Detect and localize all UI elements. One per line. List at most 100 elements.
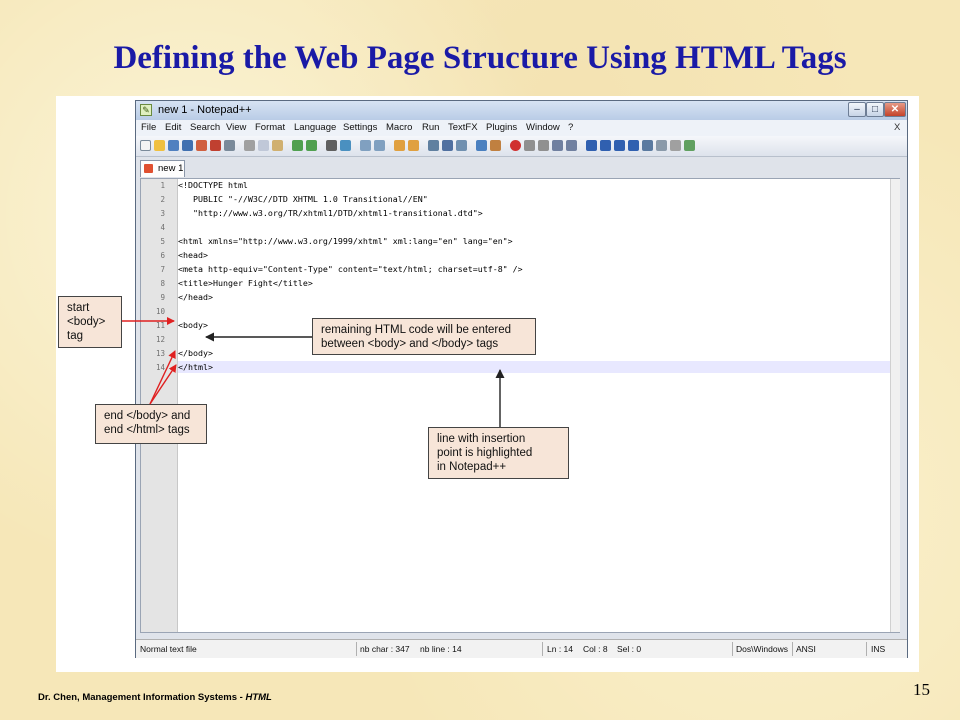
window-titlebar[interactable]: ✎ new 1 - Notepad++ – □ ✕ (136, 101, 907, 120)
callout-line: <body> (67, 316, 106, 328)
line-number: 3 (160, 209, 165, 218)
callout-insertion-point: line with insertion point is highlighted… (428, 427, 569, 479)
line-number: 13 (155, 349, 165, 358)
cut-icon[interactable] (244, 140, 255, 151)
save-icon[interactable] (168, 140, 179, 151)
code-editor[interactable]: 1 2 3 4 5 6 7 8 9 10 11 12 13 14 <!DOCTY… (140, 178, 900, 633)
line-number: 8 (160, 279, 165, 288)
word-wrap-icon[interactable] (428, 140, 439, 151)
vertical-scrollbar[interactable] (890, 179, 900, 632)
textfx-icon-1[interactable] (586, 140, 597, 151)
play-macro-icon[interactable] (538, 140, 549, 151)
code-line[interactable]: <body> (178, 320, 208, 330)
code-line[interactable]: <title>Hunger Fight</title> (178, 278, 313, 288)
slide-title: Defining the Web Page Structure Using HT… (113, 40, 847, 76)
code-line[interactable]: "http://www.w3.org/TR/xhtml1/DTD/xhtml1-… (178, 208, 483, 218)
callout-line: end </html> tags (104, 424, 190, 436)
maximize-button[interactable]: □ (866, 102, 884, 117)
menu-language[interactable]: Language (294, 122, 336, 133)
callout-end-tags: end </body> and end </html> tags (95, 404, 207, 444)
sync-vertical-icon[interactable] (394, 140, 405, 151)
spell-check-icon[interactable] (670, 140, 681, 151)
tab-new-1[interactable]: new 1 (140, 160, 185, 177)
page-number: 15 (913, 680, 930, 699)
code-line[interactable]: <meta http-equiv="Content-Type" content=… (178, 264, 523, 274)
line-number: 11 (155, 321, 165, 330)
code-line[interactable]: PUBLIC "-//W3C//DTD XHTML 1.0 Transition… (178, 194, 428, 204)
menu-bar: File Edit Search View Format Language Se… (136, 120, 907, 136)
callout-line: tag (67, 330, 83, 342)
arrow-down-icon[interactable] (614, 140, 625, 151)
code-line[interactable]: <html xmlns="http://www.w3.org/1999/xhtm… (178, 236, 513, 246)
print-icon[interactable] (224, 140, 235, 151)
menu-settings[interactable]: Settings (343, 122, 377, 133)
line-number: 12 (155, 335, 165, 344)
undo-icon[interactable] (292, 140, 303, 151)
code-line[interactable]: <!DOCTYPE html (178, 180, 248, 190)
find-icon[interactable] (326, 140, 337, 151)
status-divider (866, 642, 867, 656)
stop-macro-icon[interactable] (524, 140, 535, 151)
code-line[interactable]: </html> (178, 362, 213, 372)
window-title: new 1 - Notepad++ (158, 104, 252, 116)
document-icon[interactable] (656, 140, 667, 151)
menu-edit[interactable]: Edit (165, 122, 181, 133)
copy-icon[interactable] (258, 140, 269, 151)
redo-icon[interactable] (306, 140, 317, 151)
close-file-icon[interactable] (196, 140, 207, 151)
menu-run[interactable]: Run (422, 122, 439, 133)
line-number: 6 (160, 251, 165, 260)
code-line[interactable]: </body> (178, 348, 213, 358)
footer-author: Dr. Chen, Management Information Systems… (38, 692, 246, 703)
doc-map-icon[interactable] (490, 140, 501, 151)
callout-start-body: start <body> tag (58, 296, 122, 348)
status-selection: Sel : 0 (617, 644, 642, 654)
window-list-icon[interactable] (642, 140, 653, 151)
close-button[interactable]: ✕ (884, 102, 906, 117)
menu-help[interactable]: ? (568, 122, 573, 133)
close-document-icon[interactable]: X (894, 122, 900, 133)
minimize-button[interactable]: – (848, 102, 866, 117)
show-all-chars-icon[interactable] (442, 140, 453, 151)
zoom-out-icon[interactable] (374, 140, 385, 151)
line-number: 9 (160, 293, 165, 302)
line-number: 10 (155, 307, 165, 316)
callout-remaining-code: remaining HTML code will be entered betw… (312, 318, 536, 355)
code-line[interactable]: </head> (178, 292, 213, 302)
close-all-icon[interactable] (210, 140, 221, 151)
check-icon[interactable] (684, 140, 695, 151)
user-lang-icon[interactable] (476, 140, 487, 151)
menu-search[interactable]: Search (190, 122, 220, 133)
menu-macro[interactable]: Macro (386, 122, 412, 133)
status-bar: Normal text file nb char : 347 nb line :… (136, 639, 907, 658)
status-eol: Dos\Windows (736, 644, 788, 654)
save-all-icon[interactable] (182, 140, 193, 151)
menu-format[interactable]: Format (255, 122, 285, 133)
open-file-icon[interactable] (154, 140, 165, 151)
save-macro-icon[interactable] (566, 140, 577, 151)
line-number: 4 (160, 223, 165, 232)
callout-line: start (67, 302, 90, 314)
line-number: 1 (160, 181, 165, 190)
status-file-type: Normal text file (140, 644, 197, 654)
record-macro-icon[interactable] (510, 140, 521, 151)
sort-icon[interactable] (628, 140, 639, 151)
status-divider (732, 642, 733, 656)
status-encoding: ANSI (796, 644, 816, 654)
arrow-up-icon[interactable] (600, 140, 611, 151)
menu-window[interactable]: Window (526, 122, 560, 133)
sync-horizontal-icon[interactable] (408, 140, 419, 151)
run-macro-multiple-icon[interactable] (552, 140, 563, 151)
current-line-highlight (178, 361, 899, 373)
tab-bar: new 1 (136, 157, 907, 178)
menu-file[interactable]: File (141, 122, 156, 133)
indent-guide-icon[interactable] (456, 140, 467, 151)
new-file-icon[interactable] (140, 140, 151, 151)
code-line[interactable]: <head> (178, 250, 208, 260)
menu-view[interactable]: View (226, 122, 246, 133)
menu-textfx[interactable]: TextFX (448, 122, 478, 133)
zoom-in-icon[interactable] (360, 140, 371, 151)
paste-icon[interactable] (272, 140, 283, 151)
replace-icon[interactable] (340, 140, 351, 151)
menu-plugins[interactable]: Plugins (486, 122, 517, 133)
